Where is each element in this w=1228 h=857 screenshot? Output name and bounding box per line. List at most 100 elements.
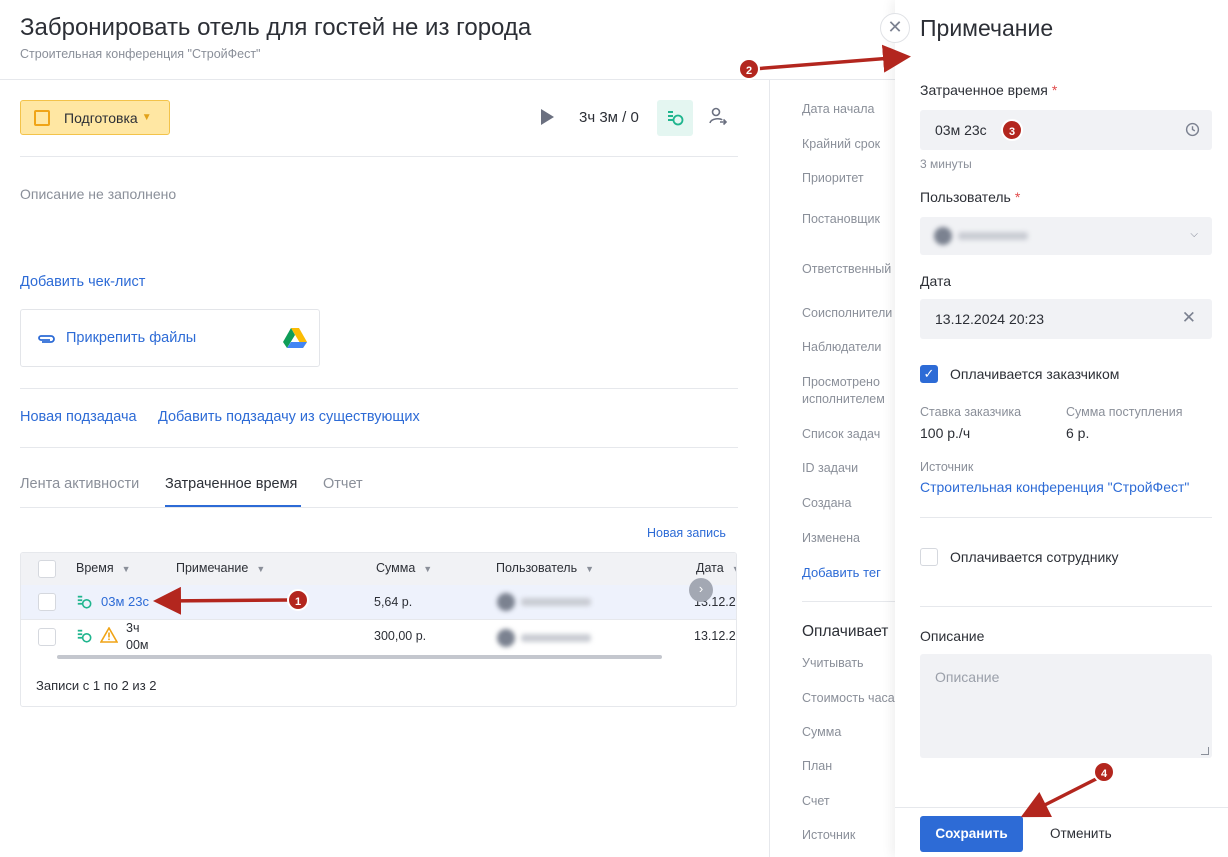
- cancel-button[interactable]: Отменить: [1050, 826, 1112, 841]
- prop-task-id: ID задачи: [802, 461, 859, 475]
- prop-sum: Сумма: [802, 725, 842, 739]
- sum-value: 5,64 р.: [374, 595, 413, 609]
- attach-files-box[interactable]: Прикрепить файлы: [20, 309, 320, 367]
- prop-responsible: Ответственный: [802, 262, 892, 276]
- google-drive-icon[interactable]: [283, 327, 307, 354]
- timelog-button[interactable]: [657, 100, 693, 136]
- description-label: Описание: [920, 628, 985, 644]
- row-checkbox[interactable]: [38, 593, 56, 611]
- add-existing-subtask-link[interactable]: Добавить подзадачу из существующих: [158, 409, 420, 425]
- paid-by-client-checkbox[interactable]: ✓: [920, 365, 938, 383]
- timelog-icon: [668, 111, 684, 126]
- divider: [920, 606, 1212, 607]
- timelog-icon: [76, 594, 92, 613]
- prop-invoice: Счет: [802, 794, 830, 808]
- date-value: 13.12.20: [694, 629, 736, 643]
- client-rate-label: Ставка заказчика: [920, 405, 1022, 419]
- source-label: Источник: [920, 460, 974, 474]
- tab-report[interactable]: Отчет: [323, 476, 363, 492]
- play-icon[interactable]: [541, 109, 554, 125]
- task-header: Забронировать отель для гостей не из гор…: [0, 0, 895, 80]
- annotation-marker-3: 3: [1001, 119, 1023, 141]
- row-checkbox[interactable]: [38, 628, 56, 646]
- user-select[interactable]: ⌵: [920, 217, 1212, 255]
- timelog-table: Время ▼ Примечание ▼ Сумма ▼ Пользователь ▼ …: [20, 552, 737, 707]
- table-header: Время ▼ Примечание ▼ Сумма ▼ Пользователь ▼ …: [21, 553, 736, 585]
- spent-time-input[interactable]: 03м 23с: [920, 110, 1212, 150]
- column-user[interactable]: Пользователь ▼: [496, 561, 594, 575]
- paid-to-employee-checkbox[interactable]: [920, 548, 938, 566]
- prop-hour-cost: Стоимость часа: [802, 691, 895, 705]
- horizontal-scrollbar[interactable]: [57, 655, 662, 659]
- description-textarea[interactable]: Описание: [920, 654, 1212, 758]
- date-input[interactable]: 13.12.2024 20:23 ✕: [920, 299, 1212, 339]
- column-date[interactable]: Дата▼: [696, 561, 736, 575]
- time-value-minutes: 00м: [126, 638, 149, 652]
- prop-account: Учитывать: [802, 656, 864, 670]
- prop-deadline: Крайний срок: [802, 137, 881, 151]
- prop-source: Источник: [802, 828, 856, 842]
- date-label: Дата: [920, 273, 952, 289]
- new-subtask-link[interactable]: Новая подзадача: [20, 409, 137, 425]
- table-pagination-info: Записи с 1 по 2 из 2: [36, 678, 157, 693]
- user-label: Пользователь *: [920, 189, 1021, 205]
- timelog-icon: [76, 628, 92, 647]
- paperclip-icon: [36, 332, 56, 350]
- sum-value: 300,00 р.: [374, 629, 427, 643]
- divider: [20, 388, 738, 389]
- prop-plan: План: [802, 759, 833, 773]
- divider: [20, 507, 738, 508]
- status-label: Подготовка: [64, 109, 138, 126]
- resize-handle-icon[interactable]: [1201, 747, 1209, 755]
- timer-value: 3ч 3м / 0: [579, 109, 639, 126]
- annotation-marker-2: 2: [738, 58, 760, 80]
- user-avatar-blurred: [493, 589, 638, 615]
- tab-activity[interactable]: Лента активности: [20, 476, 139, 492]
- time-value-hours: 3ч: [126, 621, 140, 635]
- prop-creator: Постановщик: [802, 212, 880, 226]
- time-value-link[interactable]: 03м 23с: [101, 594, 149, 609]
- column-note[interactable]: Примечание ▼: [176, 561, 265, 575]
- prop-priority: Приоритет: [802, 171, 864, 185]
- selected-user-blurred: [930, 223, 1075, 249]
- delegate-icon[interactable]: [708, 106, 728, 131]
- payment-heading: Оплачивает: [802, 623, 889, 640]
- description-empty[interactable]: Описание не заполнено: [20, 186, 176, 202]
- task-project-link[interactable]: Строительная конференция "СтройФест": [20, 47, 261, 61]
- spent-time-label: Затраченное время *: [920, 82, 1058, 98]
- spent-time-value: 03м 23с: [935, 122, 987, 138]
- prop-start-date: Дата начала: [802, 102, 875, 116]
- chevron-down-icon: ▼: [141, 112, 152, 123]
- clear-icon[interactable]: ✕: [1182, 308, 1196, 328]
- annotation-marker-4: 4: [1093, 761, 1115, 783]
- divider: [802, 601, 895, 602]
- description-placeholder: Описание: [935, 669, 1000, 685]
- tab-spent-time[interactable]: Затраченное время: [165, 476, 297, 492]
- prop-modified: Изменена: [802, 531, 860, 545]
- spent-time-hint: 3 минуты: [920, 157, 972, 171]
- paid-to-employee-label: Оплачивается сотруднику: [950, 549, 1119, 565]
- user-avatar-blurred: [493, 625, 638, 651]
- table-row[interactable]: 03м 23с 5,64 р. 13.12.20: [21, 585, 736, 619]
- income-sum-value: 6 р.: [1066, 425, 1090, 441]
- add-tag-link[interactable]: Добавить тег: [802, 564, 881, 581]
- chevron-down-icon: ⌵: [1190, 229, 1198, 240]
- scroll-right-icon[interactable]: ›: [689, 578, 713, 602]
- prop-viewed-by-executor: Просмотрено исполнителем: [802, 375, 885, 406]
- divider: [20, 156, 738, 157]
- clock-icon[interactable]: [1185, 122, 1200, 142]
- column-sum[interactable]: Сумма ▼: [376, 561, 432, 575]
- column-time[interactable]: Время ▼: [76, 561, 131, 575]
- source-link[interactable]: Строительная конференция "СтройФест": [920, 479, 1189, 495]
- select-all-checkbox[interactable]: [38, 560, 56, 578]
- prop-created: Создана: [802, 496, 852, 510]
- close-icon[interactable]: ✕: [880, 13, 910, 43]
- annotation-marker-1: 1: [287, 589, 309, 611]
- new-record-link[interactable]: Новая запись: [647, 526, 726, 540]
- add-checklist-link[interactable]: Добавить чек-лист: [20, 274, 145, 290]
- save-button[interactable]: Сохранить: [920, 816, 1023, 852]
- prop-observers: Наблюдатели: [802, 340, 882, 354]
- status-dropdown[interactable]: Подготовка ▼: [20, 100, 170, 135]
- warning-icon: [99, 626, 119, 646]
- paid-by-client-label: Оплачивается заказчиком: [950, 366, 1120, 382]
